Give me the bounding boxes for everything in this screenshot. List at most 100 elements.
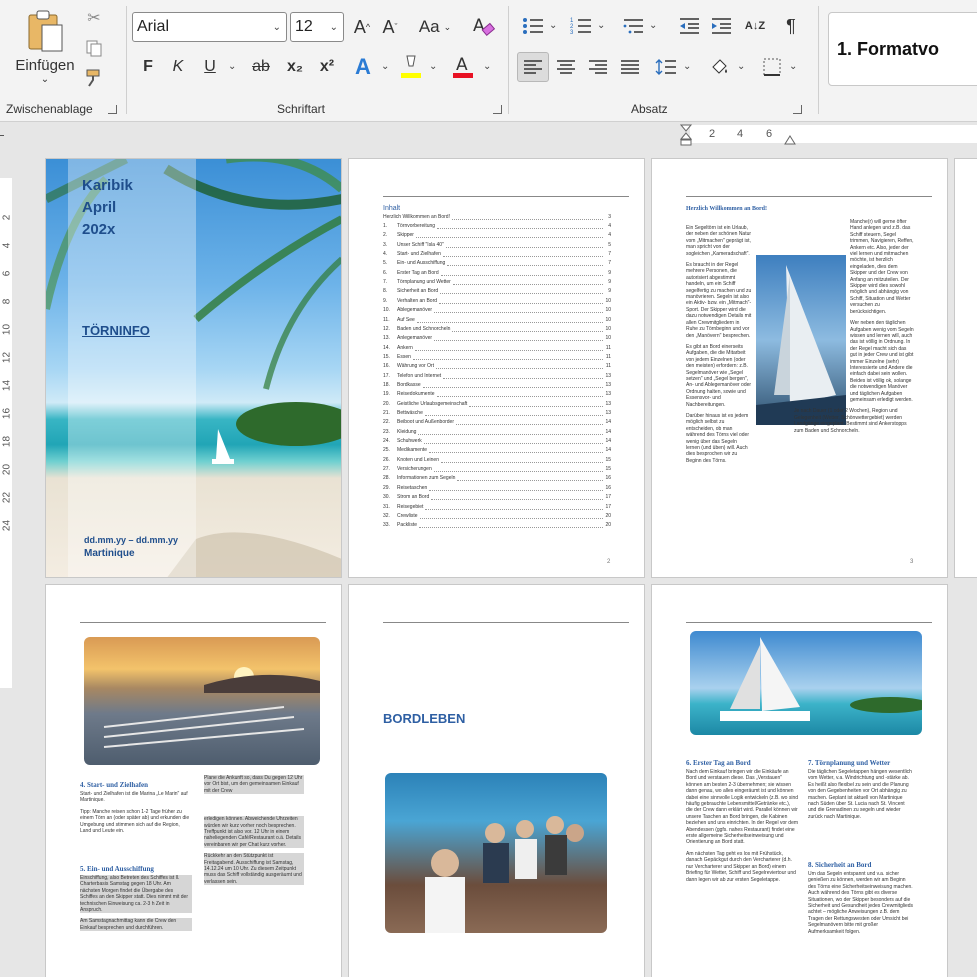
toc-row[interactable]: 5. Ein- und Ausschiffung 7 [383,260,611,268]
toc-row[interactable]: 20. Geistliche Urlaubsgemeinschaft 13 [383,401,611,409]
toc-row[interactable]: 4. Start- und Zielhafen 7 [383,251,611,259]
toc-row[interactable]: 1. Törnvorbereitung 4 [383,223,611,231]
toc-row[interactable]: 25. Medikamente 14 [383,447,611,455]
toc-row[interactable]: 24. Schuhwerk 14 [383,438,611,446]
show-formatting-button[interactable]: ¶ [777,12,805,40]
toc-row[interactable]: 12. Baden und Schnorcheln 10 [383,326,611,334]
toc-row[interactable]: 18. Bordkasse 13 [383,382,611,390]
right-indent-marker[interactable] [784,132,796,145]
toc-number: 33. [383,522,390,529]
toc-row[interactable]: 9. Verhalten an Bord 10 [383,298,611,306]
toc-row[interactable]: 2. Skipper 4 [383,232,611,240]
change-case-button[interactable]: Aa ⌄ [415,14,455,40]
format-painter-button[interactable] [82,66,106,90]
grow-font-button[interactable]: A ^ [349,14,375,40]
paste-button[interactable]: Einfügen ⌄ [10,4,80,90]
toc-row[interactable]: 21. Bettwäsche 13 [383,410,611,418]
cut-button[interactable]: ✂ [82,6,106,30]
bullets-dropdown[interactable]: ⌄ [549,20,557,31]
toc-row[interactable]: 6. Erster Tag an Bord 9 [383,270,611,278]
page-first-day[interactable]: 6. Erster Tag an Bord Nach dem Einkauf b… [651,584,948,977]
numbering-dropdown[interactable]: ⌄ [597,20,605,31]
italic-button[interactable]: K [165,54,191,80]
sort-button[interactable]: A↓Z [741,12,769,40]
horizontal-ruler[interactable]: 2 4 6 [0,122,977,148]
align-center-button[interactable] [551,52,581,82]
style-preview[interactable]: 1. Formatvo [828,12,977,86]
font-name-combo[interactable]: Arial ⌄ [132,12,287,42]
toc-row[interactable]: 32. Crewliste 20 [383,513,611,521]
numbering-button[interactable]: 123 [567,12,595,40]
marina-photo [84,637,320,765]
toc-row[interactable]: 14. Ankern 11 [383,345,611,353]
highlight-button[interactable] [397,52,425,82]
toc-intro-row[interactable]: Herzlich Willkommen an Bord! 3 [383,214,611,222]
paragraph: Um das Segeln entspannt und v.a. sicher … [808,871,914,935]
toc-row[interactable]: 8. Sicherheit an Bord 9 [383,288,611,296]
paragraph-launcher[interactable] [793,105,802,114]
font-color-button[interactable]: A [449,52,477,82]
toc-row[interactable]: 16. Währung vor Ort 11 [383,363,611,371]
increase-indent-button[interactable] [707,12,735,40]
page-harbor[interactable]: 4. Start- und Zielhafen Start- und Zielh… [45,584,342,977]
font-color-dropdown[interactable]: ⌄ [483,61,491,72]
vertical-ruler[interactable]: 2 4 6 8 10 12 14 16 18 20 22 24 [0,148,13,977]
toc-page: 13 [605,400,611,407]
indent-marker[interactable] [679,124,693,146]
toc-row[interactable]: 17. Telefon und Internet 13 [383,373,611,381]
align-right-button[interactable] [583,52,613,82]
toc-row[interactable]: 26. Knoten und Leinen 15 [383,457,611,465]
toc-row[interactable]: 11. Auf See 10 [383,317,611,325]
superscript-button[interactable]: x² [313,54,341,80]
toc-row[interactable]: 30. Strom an Bord 17 [383,494,611,502]
text-effects-button[interactable]: A [349,52,377,82]
page-toc[interactable]: Inhalt Herzlich Willkommen an Bord! 3 1. T… [348,158,645,578]
align-left-button[interactable] [517,52,549,82]
toc-row[interactable]: 15. Essen 11 [383,354,611,362]
toc-row[interactable]: 10. Ablegemanöver 10 [383,307,611,315]
section-8-text: Um das Segeln entspannt und v.a. sicher … [808,871,914,940]
toc-row[interactable]: 31. Reisegebiet 17 [383,504,611,512]
page-cover[interactable]: Karibik April 202x TÖRNINFO dd.mm.yy – d… [45,158,342,578]
multilevel-dropdown[interactable]: ⌄ [649,20,657,31]
text-effects-dropdown[interactable]: ⌄ [381,61,389,72]
toc-row[interactable]: 7. Törnplanung und Wetter 9 [383,279,611,287]
toc-row[interactable]: 27. Versicherungen 15 [383,466,611,474]
subscript-button[interactable]: x₂ [281,54,309,80]
font-launcher[interactable] [493,105,502,114]
page-bordleben[interactable]: BORDLEBEN [348,584,645,977]
toc-row[interactable]: 28. Informationen zum Segeln 16 [383,475,611,483]
justify-button[interactable] [615,52,645,82]
toc-row[interactable]: 29. Reisetaschen 16 [383,485,611,493]
toc-row[interactable]: 33. Packliste 20 [383,522,611,530]
underline-button[interactable]: U [197,54,223,80]
bullets-button[interactable] [519,12,547,40]
font-size-combo[interactable]: 12 ⌄ [290,12,344,42]
clear-formatting-button[interactable]: A [469,12,497,40]
toc-row[interactable]: 22. Beiboot und Außenborder 14 [383,419,611,427]
shrink-font-button[interactable]: Aˇ [377,14,403,40]
line-spacing-dropdown[interactable]: ⌄ [683,61,691,72]
toc-row[interactable]: 19. Reisedokumente 13 [383,391,611,399]
strikethrough-button[interactable]: ab [247,54,275,80]
borders-dropdown[interactable]: ⌄ [789,61,797,72]
toc-row[interactable]: 23. Kleidung 14 [383,429,611,437]
paragraph: Nach dem Einkauf bringen wir die Einkäuf… [686,769,799,846]
decrease-indent-button[interactable] [675,12,703,40]
toc-row[interactable]: 3. Unser Schiff "Isla 40" 5 [383,242,611,250]
underline-dropdown[interactable]: ⌄ [228,61,236,72]
shading-button[interactable] [705,52,735,82]
borders-button[interactable] [757,52,787,82]
cover-line-1: Karibik [82,177,133,194]
multilevel-list-button[interactable] [619,12,647,40]
shading-dropdown[interactable]: ⌄ [737,61,745,72]
clipboard-launcher[interactable] [108,105,117,114]
toc-number: 12. [383,325,390,332]
page-welcome[interactable]: Herzlich Willkommen an Bord! Ein Segeltö… [651,158,948,578]
line-spacing-button[interactable] [651,52,681,82]
bold-button[interactable]: F [135,54,161,80]
toc-row[interactable]: 13. Anlegemanöver 10 [383,335,611,343]
style-preview-text: 1. Formatvo [837,39,940,59]
highlight-dropdown[interactable]: ⌄ [429,61,437,72]
copy-button[interactable] [82,36,106,60]
